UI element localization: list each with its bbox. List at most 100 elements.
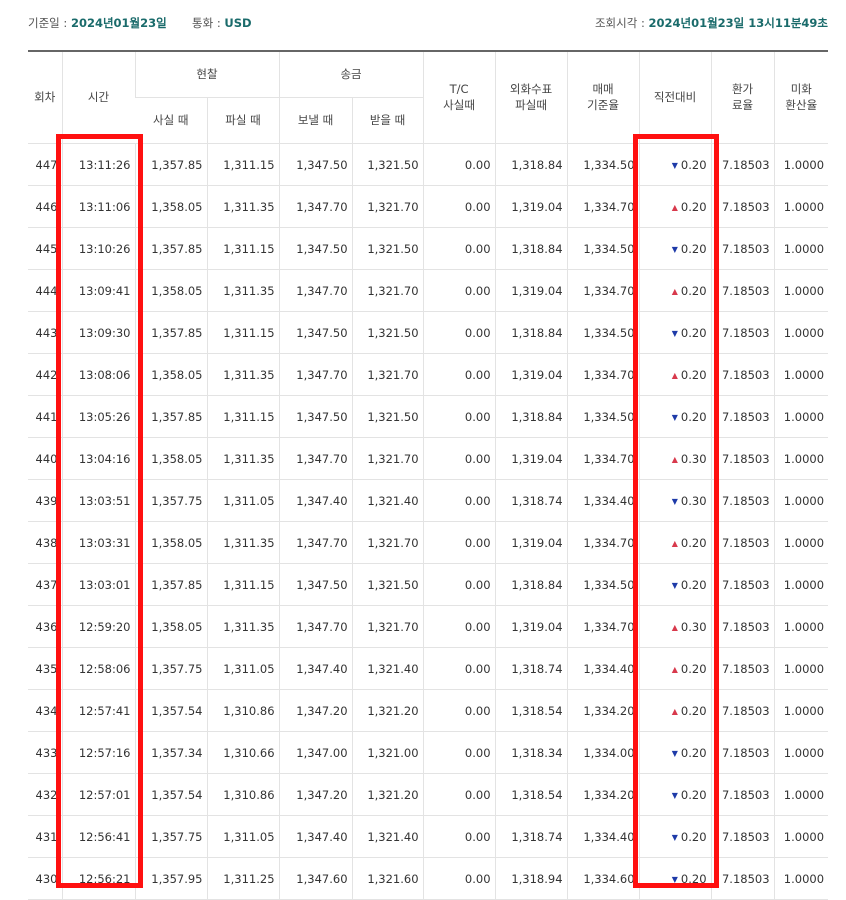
cell-cash-buy: 1,358.05 <box>134 605 207 648</box>
cell-time: 13:03:31 <box>61 521 135 564</box>
cell-round: 444 <box>28 269 62 312</box>
cell-check: 1,318.84 <box>494 143 568 186</box>
currency-label: 통화 : <box>192 16 225 30</box>
diff-value: 0.20 <box>680 283 707 298</box>
cell-time: 13:04:16 <box>61 437 135 480</box>
cell-usd-rate: 1.0000 <box>773 227 829 270</box>
header-round: 회차 <box>28 51 62 144</box>
triangle-down-icon: ▼ <box>671 244 678 254</box>
table-row: 447 13:11:26 1,357.85 1,311.15 1,347.50 1,321… <box>28 143 829 186</box>
triangle-up-icon: ▲ <box>671 202 678 212</box>
cell-diff: ▼ 0.20 <box>638 731 712 774</box>
cell-tc: 0.00 <box>422 731 496 774</box>
table-row: 435 12:58:06 1,357.75 1,311.05 1,347.40 1,321… <box>28 647 829 690</box>
cell-cash-buy: 1,357.54 <box>134 689 207 732</box>
cell-cash-buy: 1,357.54 <box>134 773 207 816</box>
table-row: 439 13:03:51 1,357.75 1,311.05 1,347.40 1,321… <box>28 479 829 522</box>
query-time-label: 조회시각 : <box>594 16 649 30</box>
diff-value: 0.30 <box>680 493 707 508</box>
header-exch-rate: 환가 료율 <box>710 51 775 144</box>
cell-cash-buy: 1,358.05 <box>134 269 207 312</box>
exchange-rate-table: 회차 시간 현찰 송금 T/C 사실때 외화수표 파실때 매매 기준율 직전대비 환가… <box>28 50 829 900</box>
cell-round: 435 <box>28 647 62 690</box>
cell-remit-send: 1,347.70 <box>278 353 353 396</box>
cell-remit-receive: 1,321.50 <box>351 227 424 270</box>
cell-exch-rate: 7.18503 <box>710 647 775 690</box>
header-tc: T/C 사실때 <box>422 51 496 144</box>
cell-remit-send: 1,347.50 <box>278 563 353 606</box>
cell-round: 438 <box>28 521 62 564</box>
cell-tc: 0.00 <box>422 185 496 228</box>
cell-exch-rate: 7.18503 <box>710 437 775 480</box>
cell-exch-rate: 7.18503 <box>710 269 775 312</box>
cell-tc: 0.00 <box>422 227 496 270</box>
cell-cash-sell: 1,310.86 <box>206 773 280 816</box>
cell-time: 13:03:51 <box>61 479 135 522</box>
diff-value: 0.20 <box>680 871 707 886</box>
triangle-up-icon: ▲ <box>671 370 678 380</box>
cell-exch-rate: 7.18503 <box>710 479 775 522</box>
diff-value: 0.20 <box>680 787 707 802</box>
diff-value: 0.20 <box>680 535 707 550</box>
diff-value: 0.20 <box>680 409 707 424</box>
query-info-left: 기준일 : 2024년01월23일 통화 : USD <box>28 15 252 31</box>
diff-value: 0.20 <box>680 829 707 844</box>
cell-cash-buy: 1,357.75 <box>134 815 207 858</box>
cell-tc: 0.00 <box>422 815 496 858</box>
cell-usd-rate: 1.0000 <box>773 353 829 396</box>
cell-base-rate: 1,334.40 <box>566 815 640 858</box>
triangle-up-icon: ▲ <box>671 454 678 464</box>
cell-round: 443 <box>28 311 62 354</box>
cell-base-rate: 1,334.70 <box>566 605 640 648</box>
table-row: 444 13:09:41 1,358.05 1,311.35 1,347.70 1,321… <box>28 269 829 312</box>
cell-remit-receive: 1,321.60 <box>351 857 424 900</box>
table-row: 432 12:57:01 1,357.54 1,310.86 1,347.20 1,321… <box>28 773 829 816</box>
cell-tc: 0.00 <box>422 395 496 438</box>
cell-remit-receive: 1,321.20 <box>351 689 424 732</box>
cell-exch-rate: 7.18503 <box>710 143 775 186</box>
cell-remit-receive: 1,321.20 <box>351 773 424 816</box>
cell-check: 1,319.04 <box>494 353 568 396</box>
table-row: 440 13:04:16 1,358.05 1,311.35 1,347.70 1,321… <box>28 437 829 480</box>
triangle-down-icon: ▼ <box>671 790 678 800</box>
cell-remit-send: 1,347.50 <box>278 227 353 270</box>
cell-check: 1,319.04 <box>494 185 568 228</box>
cell-check: 1,319.04 <box>494 437 568 480</box>
cell-remit-receive: 1,321.70 <box>351 185 424 228</box>
triangle-up-icon: ▲ <box>671 286 678 296</box>
cell-remit-receive: 1,321.70 <box>351 437 424 480</box>
header-cash-buy: 사실 때 <box>135 97 207 144</box>
cell-remit-receive: 1,321.40 <box>351 647 424 690</box>
cell-usd-rate: 1.0000 <box>773 773 829 816</box>
cell-tc: 0.00 <box>422 563 496 606</box>
cell-remit-send: 1,347.00 <box>278 731 353 774</box>
cell-exch-rate: 7.18503 <box>710 815 775 858</box>
cell-round: 436 <box>28 605 62 648</box>
cell-remit-receive: 1,321.40 <box>351 815 424 858</box>
table-row: 434 12:57:41 1,357.54 1,310.86 1,347.20 1,321… <box>28 689 829 732</box>
cell-usd-rate: 1.0000 <box>773 857 829 900</box>
cell-check: 1,318.74 <box>494 815 568 858</box>
cell-base-rate: 1,334.60 <box>566 857 640 900</box>
cell-remit-send: 1,347.20 <box>278 773 353 816</box>
cell-usd-rate: 1.0000 <box>773 311 829 354</box>
table-row: 433 12:57:16 1,357.34 1,310.66 1,347.00 1,321… <box>28 731 829 774</box>
cell-tc: 0.00 <box>422 689 496 732</box>
triangle-up-icon: ▲ <box>671 664 678 674</box>
cell-remit-send: 1,347.20 <box>278 689 353 732</box>
cell-usd-rate: 1.0000 <box>773 605 829 648</box>
cell-remit-send: 1,347.50 <box>278 143 353 186</box>
cell-round: 440 <box>28 437 62 480</box>
table-body: 447 13:11:26 1,357.85 1,311.15 1,347.50 1,321… <box>28 143 829 900</box>
cell-cash-sell: 1,310.66 <box>206 731 280 774</box>
triangle-down-icon: ▼ <box>671 580 678 590</box>
triangle-up-icon: ▲ <box>671 706 678 716</box>
cell-base-rate: 1,334.70 <box>566 269 640 312</box>
cell-round: 442 <box>28 353 62 396</box>
cell-remit-send: 1,347.50 <box>278 395 353 438</box>
table-row: 436 12:59:20 1,358.05 1,311.35 1,347.70 1,321… <box>28 605 829 648</box>
table-row: 445 13:10:26 1,357.85 1,311.15 1,347.50 1,321… <box>28 227 829 270</box>
cell-base-rate: 1,334.50 <box>566 227 640 270</box>
query-time-value: 2024년01월23일 13시11분49초 <box>648 16 828 30</box>
cell-base-rate: 1,334.20 <box>566 773 640 816</box>
